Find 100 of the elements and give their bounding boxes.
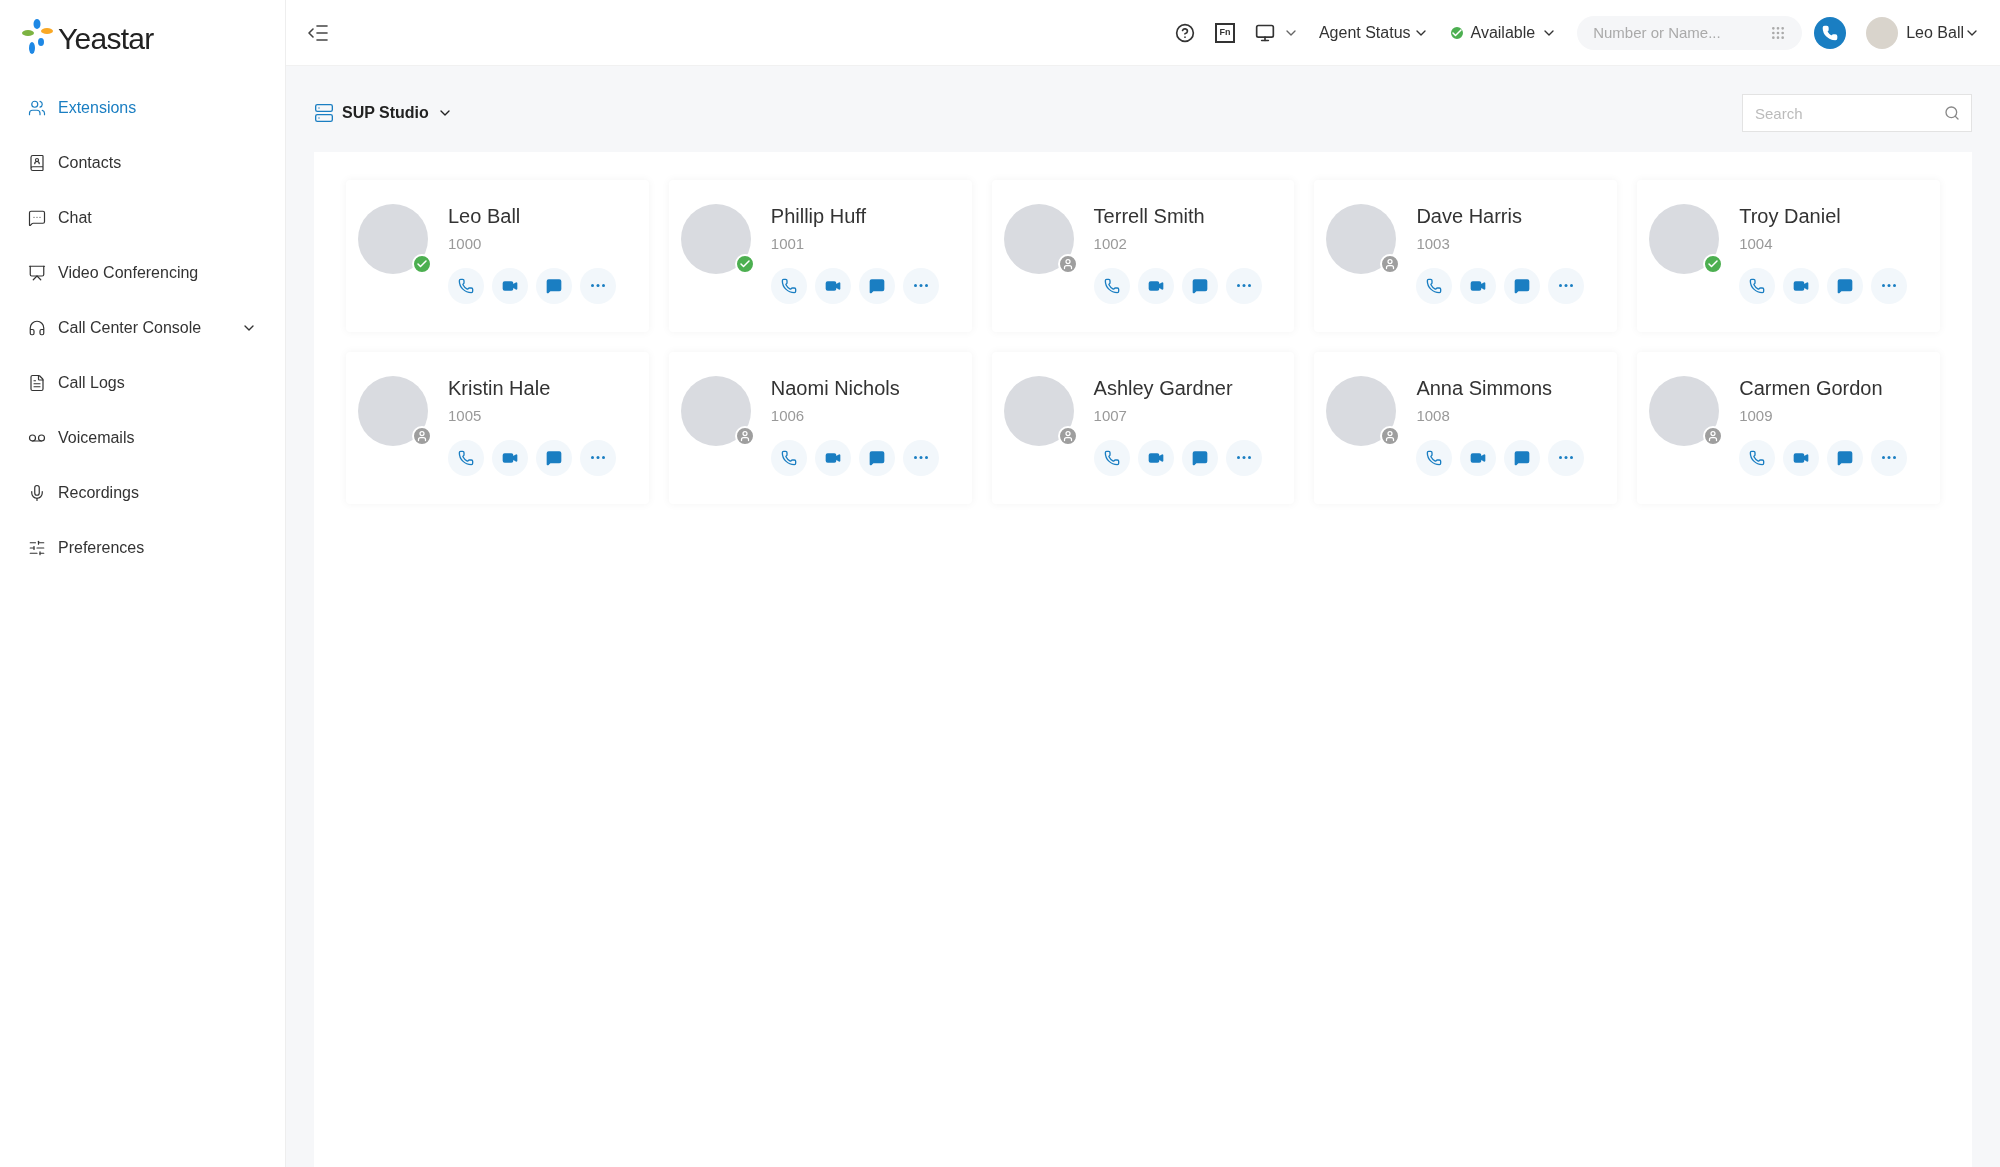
more-icon xyxy=(1882,284,1897,287)
more-icon xyxy=(1236,284,1251,287)
presentation-icon xyxy=(28,263,46,282)
call-button[interactable] xyxy=(1416,439,1453,476)
message-button[interactable] xyxy=(858,267,895,304)
more-icon xyxy=(591,456,605,459)
call-button[interactable] xyxy=(1739,439,1776,476)
message-icon xyxy=(1837,449,1854,466)
message-button[interactable] xyxy=(1181,439,1218,476)
search-field[interactable]: Search xyxy=(1742,94,1972,132)
extension-name: Troy Daniel xyxy=(1739,204,1842,229)
more-icon xyxy=(591,284,605,287)
phone-icon xyxy=(458,449,474,466)
extension-name: Phillip Huff xyxy=(770,204,868,229)
sliders-icon xyxy=(28,538,46,557)
message-button[interactable] xyxy=(1181,267,1218,304)
video-call-button[interactable] xyxy=(1137,267,1174,304)
extension-number: 1009 xyxy=(1739,406,1774,426)
phone-icon xyxy=(1749,277,1766,294)
message-button[interactable] xyxy=(536,267,572,304)
message-button[interactable] xyxy=(536,439,572,476)
extension-name: Carmen Gordon xyxy=(1739,376,1884,401)
monitor-icon[interactable] xyxy=(1254,22,1275,43)
call-button[interactable] xyxy=(770,439,807,476)
phone-icon xyxy=(1426,449,1443,466)
message-icon xyxy=(1191,449,1208,466)
fn-key-button[interactable]: Fn xyxy=(1214,22,1235,43)
video-call-button[interactable] xyxy=(1460,439,1497,476)
extension-name: Naomi Nichols xyxy=(770,376,901,401)
sidebar-item[interactable]: Call Center Console xyxy=(0,300,285,355)
sidebar-item[interactable]: Extensions xyxy=(0,80,285,135)
message-button[interactable] xyxy=(1827,267,1864,304)
search-icon[interactable] xyxy=(1944,105,1960,121)
phone-icon xyxy=(458,277,474,294)
sidebar-item[interactable]: Recordings xyxy=(0,465,285,520)
extension-number: 1002 xyxy=(1093,234,1128,254)
chat-icon xyxy=(28,208,46,227)
headset-icon xyxy=(28,318,46,337)
users-icon xyxy=(28,98,46,117)
more-icon xyxy=(1559,456,1574,459)
more-icon xyxy=(1236,456,1251,459)
document-icon xyxy=(28,373,46,392)
microphone-icon xyxy=(28,483,46,502)
extension-number: 1007 xyxy=(1093,406,1128,426)
call-button[interactable] xyxy=(1739,267,1776,304)
call-button[interactable] xyxy=(1814,16,1847,49)
extension-name: Terrell Smith xyxy=(1093,204,1206,229)
extension-number: 1008 xyxy=(1416,406,1451,426)
phone-icon xyxy=(1822,24,1839,41)
call-button[interactable] xyxy=(770,267,807,304)
contacts-icon xyxy=(28,153,46,172)
presence-dropdown[interactable]: Available xyxy=(1448,20,1558,45)
extension-number: 1004 xyxy=(1739,234,1774,254)
phone-icon xyxy=(780,277,797,294)
phone-icon xyxy=(1749,449,1766,466)
call-button[interactable] xyxy=(448,267,484,304)
message-icon xyxy=(546,277,562,294)
message-icon xyxy=(868,449,885,466)
video-call-button[interactable] xyxy=(814,267,851,304)
extension-number: 1003 xyxy=(1416,234,1451,254)
video-call-button[interactable] xyxy=(492,267,528,304)
phone-icon xyxy=(1426,277,1443,294)
more-icon xyxy=(1559,284,1574,287)
call-button[interactable] xyxy=(1416,267,1453,304)
video-call-button[interactable] xyxy=(1783,439,1820,476)
phone-icon xyxy=(1103,449,1120,466)
more-icon xyxy=(913,284,928,287)
sidebar-item[interactable]: Voicemails xyxy=(0,410,285,465)
message-icon xyxy=(1514,449,1531,466)
message-icon xyxy=(1837,277,1854,294)
phone-icon xyxy=(780,449,797,466)
more-icon xyxy=(913,456,928,459)
more-icon xyxy=(1882,456,1897,459)
help-icon[interactable] xyxy=(1174,22,1195,43)
dial-field[interactable]: Number or Name... xyxy=(1577,15,1803,50)
video-call-button[interactable] xyxy=(1783,267,1820,304)
logo-text: Yeastar xyxy=(58,20,154,57)
extension-name: Anna Simmons xyxy=(1416,376,1553,401)
sidebar-item[interactable]: Contacts xyxy=(0,135,285,190)
sidebar-item[interactable]: Preferences xyxy=(0,520,285,575)
video-call-button[interactable] xyxy=(1137,439,1174,476)
message-button[interactable] xyxy=(1827,439,1864,476)
call-button[interactable] xyxy=(448,439,484,476)
message-button[interactable] xyxy=(858,439,895,476)
video-call-button[interactable] xyxy=(492,439,528,476)
agent-status-dropdown[interactable]: Agent Status xyxy=(1318,20,1429,45)
video-call-button[interactable] xyxy=(814,439,851,476)
call-button[interactable] xyxy=(1093,439,1130,476)
extension-name: Dave Harris xyxy=(1416,204,1523,229)
sidebar-item[interactable]: Call Logs xyxy=(0,355,285,410)
video-call-button[interactable] xyxy=(1460,267,1497,304)
sidebar-item[interactable]: Video Conferencing xyxy=(0,245,285,300)
sidebar-item[interactable]: Chat xyxy=(0,190,285,245)
extension-name: Kristin Hale xyxy=(448,376,552,401)
extension-number: 1005 xyxy=(448,406,483,426)
group-dropdown[interactable]: SUP Studio xyxy=(314,101,453,125)
call-button[interactable] xyxy=(1093,267,1130,304)
message-icon xyxy=(1191,277,1208,294)
phone-icon xyxy=(1103,277,1120,294)
user-menu[interactable]: Leo Ball xyxy=(1906,20,1980,45)
